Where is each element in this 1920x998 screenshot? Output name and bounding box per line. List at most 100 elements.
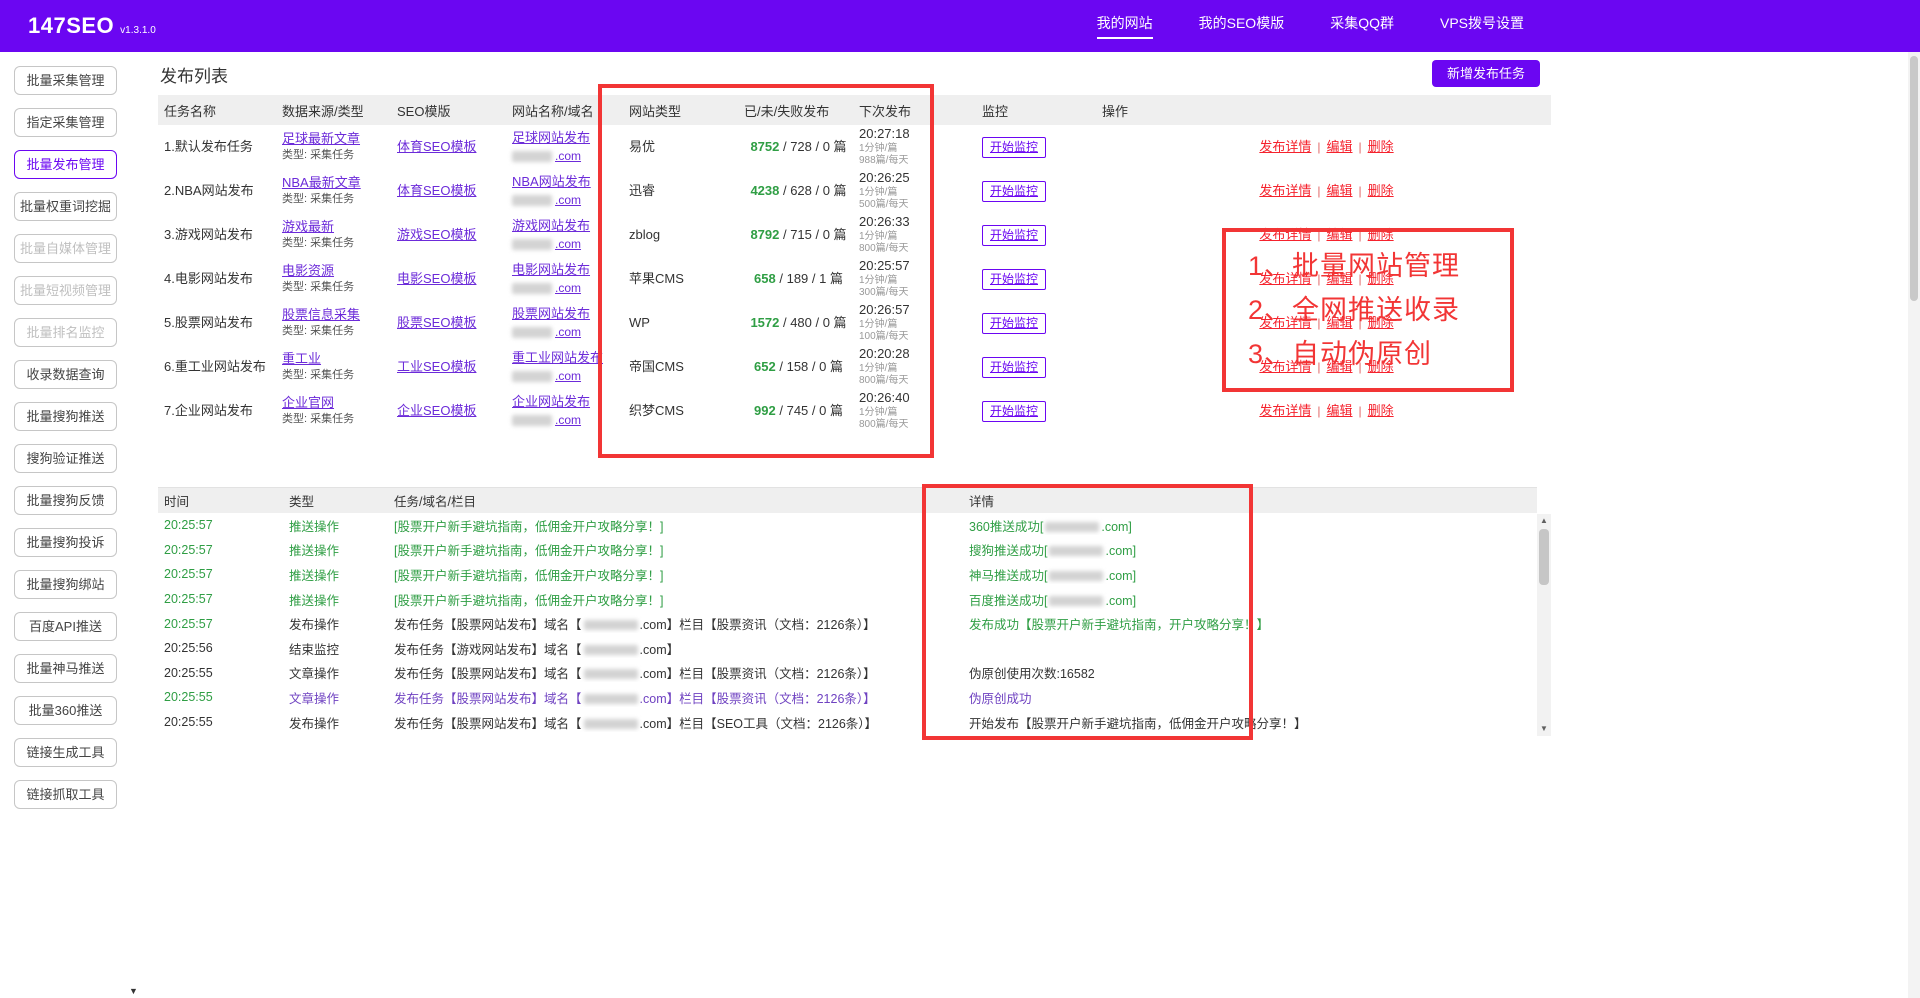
log-row: 20:25:57 推送操作 [股票开户新手避坑指南，低佣金开户攻略分享！] 百度… bbox=[158, 587, 1537, 612]
log-time: 20:25:55 bbox=[164, 666, 213, 680]
seo-template-cell: 工业SEO模板 bbox=[391, 345, 506, 389]
start-monitor-button[interactable]: 开始监控 bbox=[982, 313, 1046, 334]
sidebar-item[interactable]: 批量权重词挖掘 bbox=[14, 192, 117, 221]
publish-details-link[interactable]: 发布详情 bbox=[1259, 315, 1311, 331]
start-monitor-button[interactable]: 开始监控 bbox=[982, 225, 1046, 246]
column-header: 监控 bbox=[976, 101, 1096, 120]
log-scrollbar-thumb[interactable] bbox=[1539, 529, 1549, 585]
sidebar-item[interactable]: 批量360推送 bbox=[14, 696, 117, 725]
publish-details-link[interactable]: 发布详情 bbox=[1259, 183, 1311, 199]
start-monitor-button[interactable]: 开始监控 bbox=[982, 401, 1046, 422]
site-name-link[interactable]: 股票网站发布 bbox=[512, 306, 623, 322]
log-scrollbar[interactable] bbox=[1537, 514, 1551, 736]
source-type-label: 类型: 采集任务 bbox=[282, 281, 391, 295]
log-detail-cell: 搜狗推送成功[.com] bbox=[963, 540, 1537, 559]
page-scrollbar[interactable] bbox=[1908, 52, 1920, 998]
sidebar-item[interactable]: 批量搜狗投诉 bbox=[14, 528, 117, 557]
edit-link[interactable]: 编辑 bbox=[1326, 315, 1352, 331]
data-source-link[interactable]: 股票信息采集 bbox=[282, 307, 391, 323]
censored-domain-blur bbox=[1049, 596, 1103, 606]
sidebar-item[interactable]: 批量搜狗反馈 bbox=[14, 486, 117, 515]
sidebar-item[interactable]: 批量采集管理 bbox=[14, 66, 117, 95]
sidebar-item[interactable]: 批量神马推送 bbox=[14, 654, 117, 683]
log-task-text: .com】栏目【股票资讯（文档：2126条）】 bbox=[640, 618, 876, 632]
topnav-item[interactable]: 我的网站 bbox=[1097, 13, 1153, 39]
log-detail-text: 开始发布【股票开户新手避坑指南，低佣金开户攻略分享！】 bbox=[969, 717, 1307, 731]
delete-link[interactable]: 删除 bbox=[1368, 359, 1394, 375]
publish-details-link[interactable]: 发布详情 bbox=[1259, 227, 1311, 243]
data-source-link[interactable]: 重工业 bbox=[282, 351, 391, 367]
seo-template-link[interactable]: 工业SEO模板 bbox=[397, 359, 506, 375]
topnav-item[interactable]: 采集QQ群 bbox=[1330, 13, 1394, 39]
site-name-link[interactable]: 足球网站发布 bbox=[512, 130, 623, 146]
site-name-link[interactable]: 游戏网站发布 bbox=[512, 218, 623, 234]
data-source-link[interactable]: 企业官网 bbox=[282, 395, 391, 411]
start-monitor-button[interactable]: 开始监控 bbox=[982, 269, 1046, 290]
sidebar-item[interactable]: 批量发布管理 bbox=[14, 150, 117, 179]
delete-link[interactable]: 删除 bbox=[1368, 139, 1394, 155]
log-time: 20:25:55 bbox=[164, 715, 213, 729]
start-monitor-button[interactable]: 开始监控 bbox=[982, 357, 1046, 378]
edit-link[interactable]: 编辑 bbox=[1326, 139, 1352, 155]
data-source-link[interactable]: 游戏最新 bbox=[282, 219, 391, 235]
cms-type-cell: zblog bbox=[623, 213, 738, 257]
data-source-link[interactable]: 足球最新文章 bbox=[282, 131, 391, 147]
seo-template-link[interactable]: 电影SEO模板 bbox=[397, 271, 506, 287]
delete-link[interactable]: 删除 bbox=[1368, 183, 1394, 199]
edit-link[interactable]: 编辑 bbox=[1326, 359, 1352, 375]
sidebar-item[interactable]: 百度API推送 bbox=[14, 612, 117, 641]
delete-link[interactable]: 删除 bbox=[1368, 227, 1394, 243]
source-type-label: 类型: 采集任务 bbox=[282, 325, 391, 339]
site-name-link[interactable]: 重工业网站发布 bbox=[512, 350, 623, 366]
scroll-up-icon[interactable] bbox=[1537, 514, 1551, 528]
seo-template-link[interactable]: 体育SEO模板 bbox=[397, 139, 506, 155]
sidebar-item-label: 批量采集管理 bbox=[26, 73, 104, 88]
edit-link[interactable]: 编辑 bbox=[1326, 271, 1352, 287]
sidebar-item[interactable]: 批量搜狗推送 bbox=[14, 402, 117, 431]
publish-rate: 1分钟/篇 bbox=[859, 319, 976, 332]
data-source-link[interactable]: NBA最新文章 bbox=[282, 175, 391, 191]
publish-details-link[interactable]: 发布详情 bbox=[1259, 139, 1311, 155]
task-name-cell: 5.股票网站发布 bbox=[158, 301, 276, 345]
separator bbox=[1359, 228, 1362, 243]
delete-link[interactable]: 删除 bbox=[1368, 315, 1394, 331]
site-name-link[interactable]: 企业网站发布 bbox=[512, 394, 623, 410]
sidebar-item[interactable]: 链接生成工具 bbox=[14, 738, 117, 767]
edit-link[interactable]: 编辑 bbox=[1326, 403, 1352, 419]
sidebar-item[interactable]: 指定采集管理 bbox=[14, 108, 117, 137]
sidebar-item[interactable]: 收录数据查询 bbox=[14, 360, 117, 389]
new-publish-task-button[interactable]: 新增发布任务 bbox=[1432, 60, 1540, 87]
log-task-text: [股票开户新手避坑指南，低佣金开户攻略分享！] bbox=[394, 594, 663, 608]
page-scrollbar-thumb[interactable] bbox=[1910, 56, 1918, 301]
seo-template-link[interactable]: 体育SEO模板 bbox=[397, 183, 506, 199]
seo-template-link[interactable]: 游戏SEO模板 bbox=[397, 227, 506, 243]
column-header: 操作 bbox=[1096, 101, 1551, 120]
sidebar-scroll-down-icon[interactable]: ▼ bbox=[129, 986, 138, 996]
start-monitor-button[interactable]: 开始监控 bbox=[982, 137, 1046, 158]
delete-link[interactable]: 删除 bbox=[1368, 271, 1394, 287]
sidebar-item[interactable]: 批量搜狗绑站 bbox=[14, 570, 117, 599]
sidebar-item[interactable]: 链接抓取工具 bbox=[14, 780, 117, 809]
task-name-cell: 4.电影网站发布 bbox=[158, 257, 276, 301]
topnav-item[interactable]: VPS拨号设置 bbox=[1440, 13, 1524, 39]
log-type: 推送操作 bbox=[289, 594, 339, 608]
site-name-link[interactable]: 电影网站发布 bbox=[512, 262, 623, 278]
daily-quota: 500篇/每天 bbox=[859, 199, 976, 212]
publish-details-link[interactable]: 发布详情 bbox=[1259, 359, 1311, 375]
log-time: 20:25:57 bbox=[164, 592, 213, 606]
publish-rate: 1分钟/篇 bbox=[859, 187, 976, 200]
topnav-item[interactable]: 我的SEO模版 bbox=[1199, 13, 1285, 39]
edit-link[interactable]: 编辑 bbox=[1326, 183, 1352, 199]
start-monitor-button[interactable]: 开始监控 bbox=[982, 181, 1046, 202]
site-name-link[interactable]: NBA网站发布 bbox=[512, 174, 623, 190]
publish-details-link[interactable]: 发布详情 bbox=[1259, 403, 1311, 419]
scroll-down-icon[interactable] bbox=[1537, 722, 1551, 736]
seo-template-link[interactable]: 股票SEO模板 bbox=[397, 315, 506, 331]
seo-template-link[interactable]: 企业SEO模板 bbox=[397, 403, 506, 419]
edit-link[interactable]: 编辑 bbox=[1326, 227, 1352, 243]
log-type-cell: 发布操作 bbox=[283, 614, 388, 633]
sidebar-item[interactable]: 搜狗验证推送 bbox=[14, 444, 117, 473]
delete-link[interactable]: 删除 bbox=[1368, 403, 1394, 419]
publish-details-link[interactable]: 发布详情 bbox=[1259, 271, 1311, 287]
data-source-link[interactable]: 电影资源 bbox=[282, 263, 391, 279]
